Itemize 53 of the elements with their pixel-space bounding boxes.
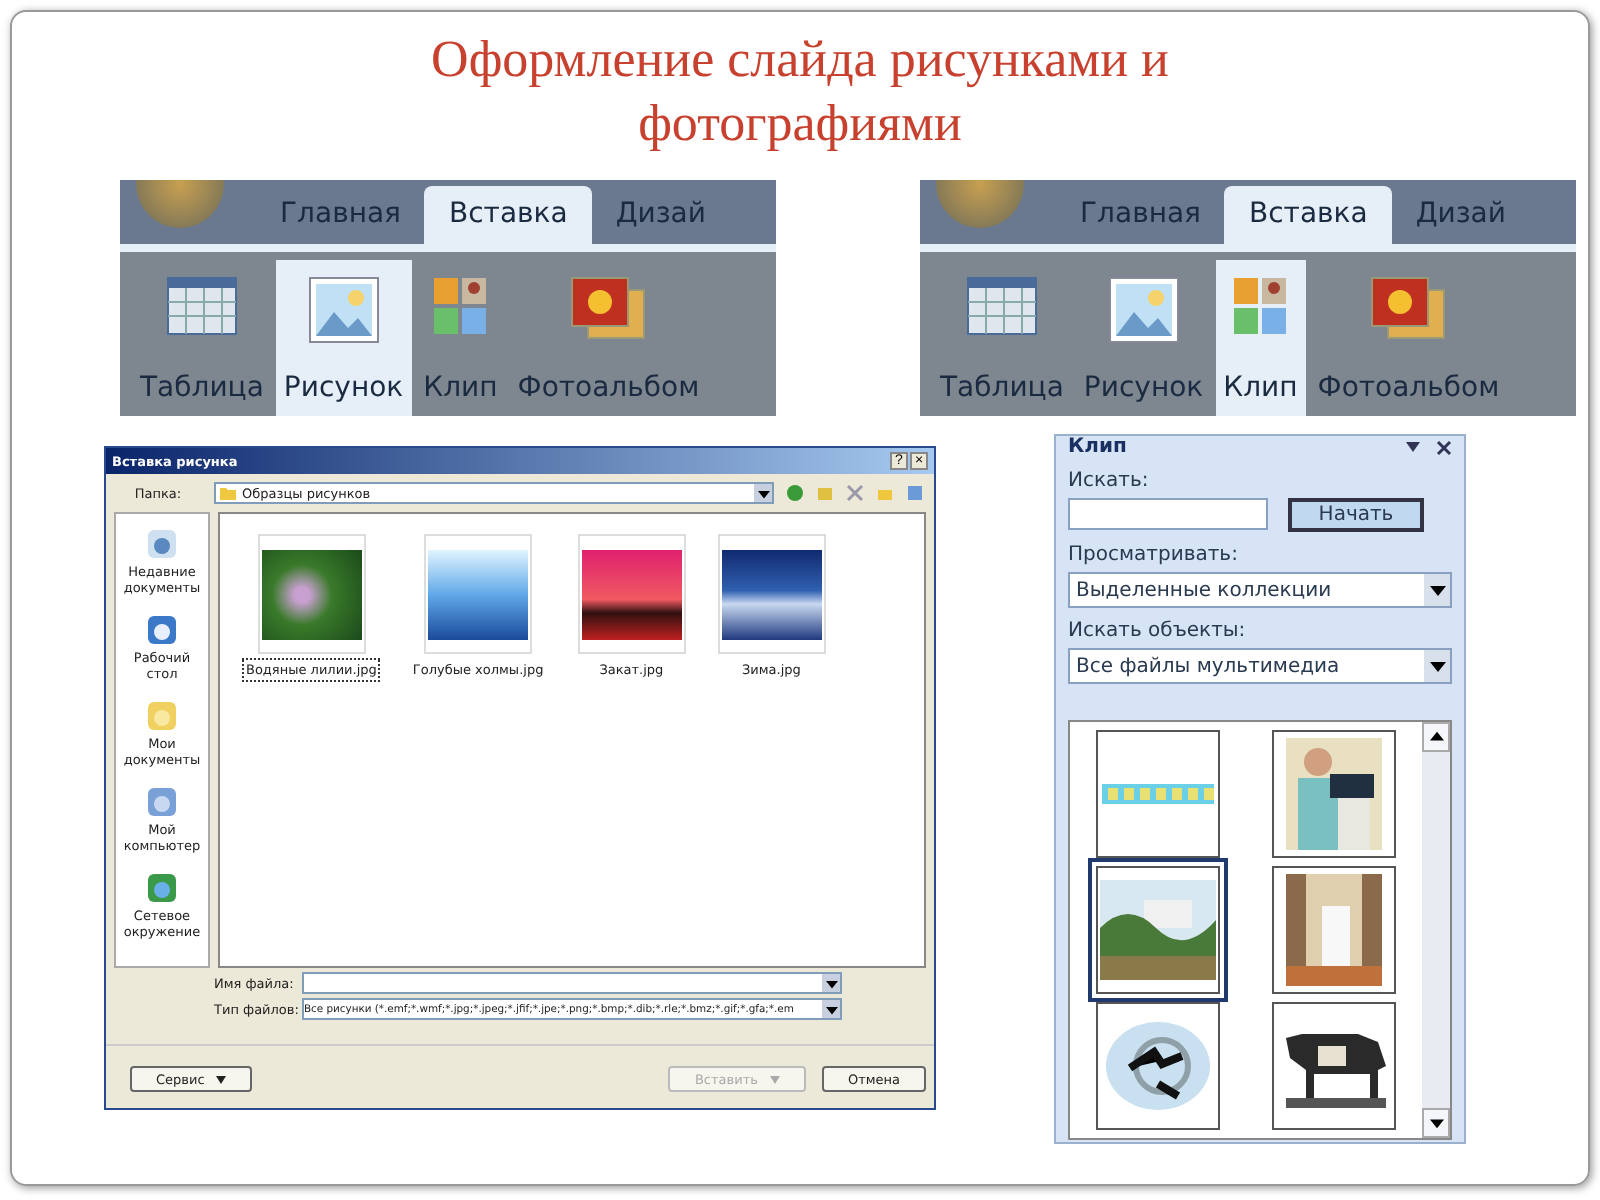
collections-dropdown[interactable]: Выделенные коллекции: [1068, 572, 1452, 608]
dropdown-arrow-icon[interactable]: [1429, 582, 1445, 598]
search-label: Искать:: [1068, 470, 1151, 492]
clipart-icon: [1232, 276, 1289, 336]
panel-title: Клип: [1068, 436, 1129, 458]
dropdown-arrow-icon[interactable]: [825, 977, 837, 989]
clip-art-thumbnail[interactable]: [1096, 730, 1220, 858]
close-icon[interactable]: [1436, 439, 1452, 455]
scroll-up-arrow-icon[interactable]: [1429, 730, 1443, 744]
clipart-men-drawing: [1286, 738, 1382, 850]
menu-caret-icon[interactable]: [1406, 442, 1420, 452]
ribbon-button[interactable]: Клип: [1215, 260, 1306, 416]
photo-placeholder[interactable]: [428, 549, 529, 639]
clip-art-thumbnail[interactable]: [1272, 730, 1396, 858]
ribbon-button[interactable]: Клип: [415, 260, 506, 416]
dropdown-arrow-icon[interactable]: [1429, 658, 1445, 674]
photo-placeholder[interactable]: [581, 549, 682, 639]
picture-icon: [307, 276, 380, 344]
photo-placeholder[interactable]: [261, 549, 362, 639]
dropdown-arrow-icon[interactable]: [825, 1003, 837, 1015]
go-button[interactable]: Начать: [1288, 498, 1424, 532]
clipart-landscape-drawing: [1100, 880, 1216, 980]
caret-icon: [769, 1075, 780, 1083]
caret-icon: [216, 1075, 227, 1083]
ribbon-button[interactable]: Фотоальбом: [1309, 260, 1508, 416]
media-types-label: Искать объекты:: [1068, 620, 1248, 642]
clip-art-thumbnail[interactable]: [1272, 1002, 1396, 1130]
photo-placeholder[interactable]: [721, 549, 822, 639]
ribbon-tab[interactable]: Вставка: [1224, 186, 1392, 244]
ribbon-button[interactable]: Фотоальбом: [509, 260, 708, 416]
clipart-church-drawing: [1286, 874, 1382, 986]
ribbon-button[interactable]: Таблица: [932, 260, 1072, 416]
photo-album-icon: [1370, 276, 1447, 340]
scrollbar[interactable]: [1422, 722, 1450, 1138]
photo-album-icon: [570, 276, 647, 340]
ribbon-button[interactable]: Рисунок: [1075, 260, 1212, 416]
clipart-border-drawing: [1102, 784, 1214, 804]
slide-title: Оформление слайда рисунками и фотографиями: [429, 28, 1171, 156]
file-name-field[interactable]: [302, 972, 842, 994]
clip-art-thumbnail[interactable]: [1272, 866, 1396, 994]
ribbon-tab[interactable]: Вставка: [424, 186, 592, 244]
dropdown-arrow-icon[interactable]: [757, 487, 769, 499]
clip-art-thumbnail[interactable]: [1096, 1002, 1220, 1130]
browse-label: Просматривать:: [1068, 544, 1240, 566]
table-icon: [965, 276, 1038, 336]
table-icon: [165, 276, 238, 336]
media-types-dropdown[interactable]: Все файлы мультимедиа: [1068, 648, 1452, 684]
ribbon-button[interactable]: Рисунок: [275, 260, 412, 416]
picture-icon: [1107, 276, 1180, 344]
search-field[interactable]: [1068, 498, 1268, 530]
clipart-icon: [432, 276, 489, 336]
ribbon-button[interactable]: Таблица: [132, 260, 272, 416]
dropdown-arrow-icon[interactable]: [1429, 1116, 1443, 1130]
